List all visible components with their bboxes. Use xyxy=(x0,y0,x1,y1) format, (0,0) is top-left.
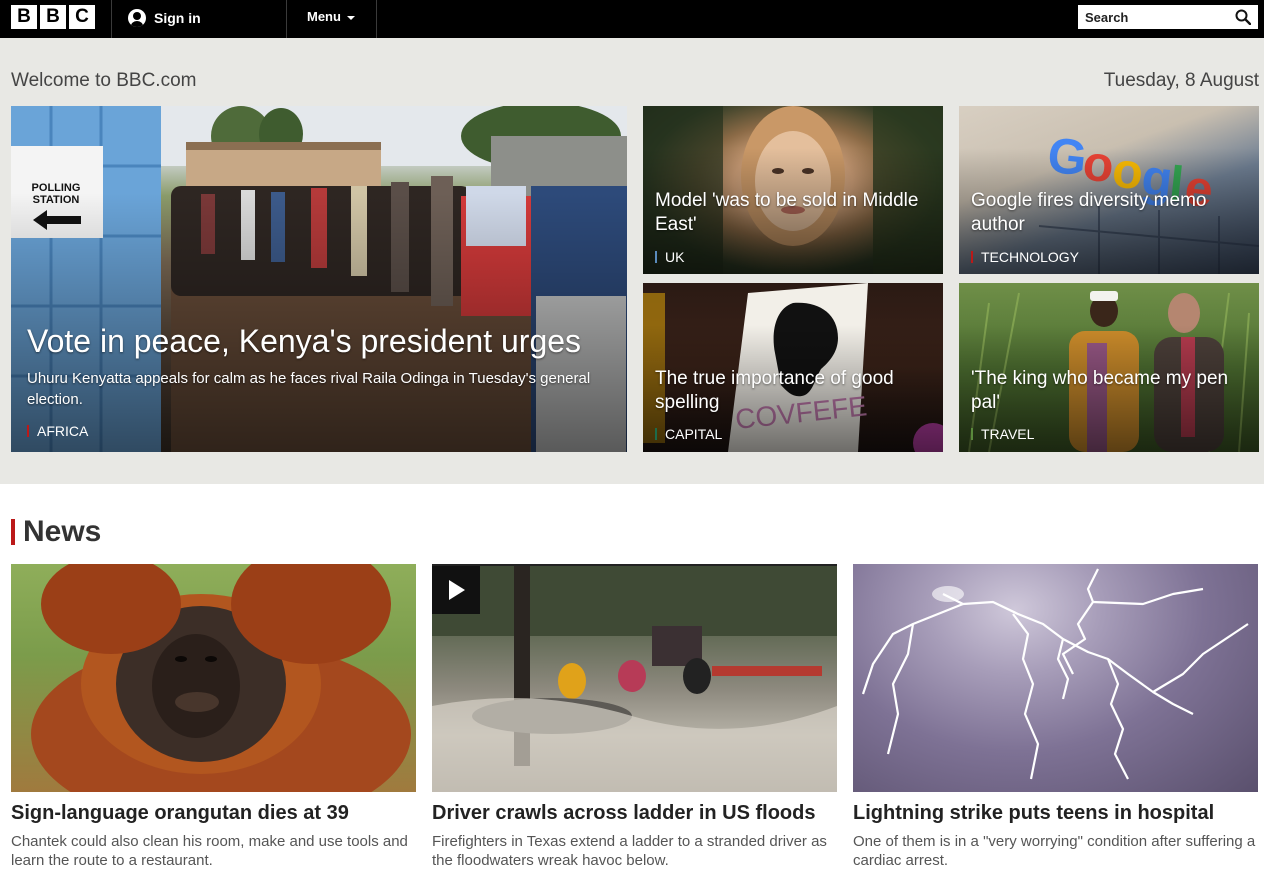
divider xyxy=(286,0,287,38)
news-card[interactable]: Lightning strike puts teens in hospital … xyxy=(853,564,1258,870)
news-card-headline[interactable]: Driver crawls across ladder in US floods xyxy=(432,802,837,824)
sign-in-label: Sign in xyxy=(154,10,201,26)
news-card-image xyxy=(432,564,837,792)
menu-label: Menu xyxy=(307,9,341,24)
lead-story-headline[interactable]: Vote in peace, Kenya's president urges xyxy=(27,322,581,360)
story-headline[interactable]: The true importance of good spelling xyxy=(655,367,935,415)
bbc-logo[interactable]: B B C xyxy=(11,5,95,29)
section-tag-africa[interactable]: AFRICA xyxy=(27,423,88,439)
logo-letter: B xyxy=(40,5,66,29)
menu-button[interactable]: Menu xyxy=(307,9,355,24)
news-heading: News xyxy=(23,515,102,548)
news-card[interactable]: Driver crawls across ladder in US floods… xyxy=(432,564,837,870)
search-input[interactable] xyxy=(1078,5,1228,29)
welcome-text: Welcome to BBC.com xyxy=(11,70,197,91)
section-tag-travel[interactable]: TRAVEL xyxy=(971,426,1034,442)
play-icon[interactable] xyxy=(432,566,480,614)
news-card-summary: Firefighters in Texas extend a ladder to… xyxy=(432,833,827,869)
section-tag-technology[interactable]: TECHNOLOGY xyxy=(971,249,1079,265)
search-box xyxy=(1078,5,1258,29)
search-icon[interactable] xyxy=(1235,9,1251,25)
story-tile[interactable]: 'The king who became my pen pal' TRAVEL xyxy=(959,283,1259,452)
flood-rescue-graphic xyxy=(432,566,837,792)
news-section-heading[interactable]: News xyxy=(11,515,101,549)
story-headline[interactable]: 'The king who became my pen pal' xyxy=(971,367,1256,415)
lightning-graphic xyxy=(861,568,1249,780)
chevron-down-icon xyxy=(346,15,355,20)
story-headline[interactable]: Model 'was to be sold in Middle East' xyxy=(655,189,935,237)
divider xyxy=(376,0,377,38)
news-card-summary: Chantek could also clean his room, make … xyxy=(11,833,408,869)
user-icon xyxy=(128,9,146,27)
lead-story-summary: Uhuru Kenyatta appeals for calm as he fa… xyxy=(27,370,591,408)
story-tile[interactable]: Model 'was to be sold in Middle East' UK xyxy=(643,106,943,274)
news-card-summary: One of them is in a "very worrying" cond… xyxy=(853,833,1256,869)
masthead: B B C Sign in Menu xyxy=(0,0,1264,38)
section-tag-capital[interactable]: CAPITAL xyxy=(655,426,722,442)
news-card-headline[interactable]: Sign-language orangutan dies at 39 xyxy=(11,802,416,824)
accent-bar xyxy=(11,519,15,545)
story-tile[interactable]: COVFEFE The true importance of good spel… xyxy=(643,283,943,452)
date-text: Tuesday, 8 August xyxy=(1103,70,1259,91)
news-card[interactable]: Sign-language orangutan dies at 39 Chant… xyxy=(11,564,416,870)
section-tag-uk[interactable]: UK xyxy=(655,249,684,265)
story-tile[interactable]: G o o g l e Google fires diversity memo … xyxy=(959,106,1259,274)
story-headline[interactable]: Google fires diversity memo author xyxy=(971,189,1251,237)
logo-letter: B xyxy=(11,5,37,29)
news-card-image xyxy=(11,564,416,792)
lead-story[interactable]: POLLING STATION Vote in peace, Kenya's p… xyxy=(11,106,627,452)
divider xyxy=(111,0,112,38)
logo-letter: C xyxy=(69,5,95,29)
orangutan-graphic xyxy=(31,564,411,792)
news-card-image xyxy=(853,564,1258,792)
sign-in-button[interactable]: Sign in xyxy=(128,8,201,28)
news-card-headline[interactable]: Lightning strike puts teens in hospital xyxy=(853,802,1258,824)
